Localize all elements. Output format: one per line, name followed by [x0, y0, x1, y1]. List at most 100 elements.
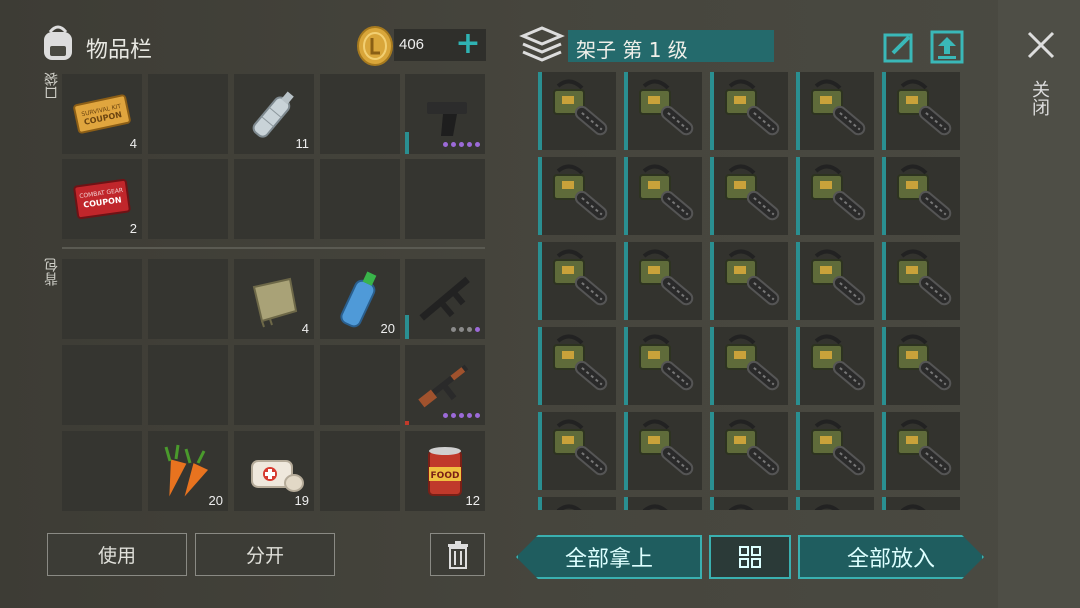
chainsaw-icon — [634, 78, 698, 142]
storage-slot[interactable] — [796, 327, 874, 405]
backpack-slot-4[interactable]: 20 — [320, 259, 400, 339]
storage-slot[interactable] — [796, 157, 874, 235]
backpack-slot-3[interactable]: 4 — [234, 259, 314, 339]
storage-slot[interactable] — [882, 412, 960, 490]
pocket-slot-2[interactable] — [148, 74, 228, 154]
pocket-slot-5[interactable] — [405, 74, 485, 154]
storage-slot[interactable] — [796, 72, 874, 150]
upgrade-button[interactable] — [930, 30, 964, 64]
chainsaw-icon — [548, 418, 612, 482]
storage-grid — [538, 72, 964, 510]
storage-slot[interactable] — [882, 497, 960, 510]
pocket-slot-3[interactable]: 11 — [234, 74, 314, 154]
storage-slot[interactable] — [882, 242, 960, 320]
storage-slot[interactable] — [882, 327, 960, 405]
cloth-icon — [252, 277, 298, 328]
storage-slot[interactable] — [538, 242, 616, 320]
inventory-title: 物品栏 — [86, 38, 153, 63]
storage-slot[interactable] — [624, 327, 702, 405]
backpack-slot-14[interactable] — [320, 431, 400, 511]
take-all-button[interactable]: 全部拿上 — [516, 535, 702, 579]
storage-slot[interactable] — [796, 497, 874, 510]
rarity-dots — [443, 142, 480, 147]
pocket-slot-8[interactable] — [234, 159, 314, 239]
pocket-slot-9[interactable] — [320, 159, 400, 239]
chainsaw-icon — [806, 333, 870, 397]
item-count: 4 — [129, 136, 137, 151]
storage-slot[interactable] — [624, 72, 702, 150]
item-count: 19 — [294, 493, 309, 508]
put-all-button[interactable]: 全部放入 — [798, 535, 984, 579]
ak-rifle-icon — [418, 364, 469, 408]
storage-slot[interactable] — [710, 497, 788, 510]
storage-slot[interactable] — [624, 242, 702, 320]
storage-slot[interactable] — [710, 72, 788, 150]
sort-button[interactable] — [709, 535, 791, 579]
chainsaw-icon — [548, 333, 612, 397]
chainsaw-icon — [720, 418, 784, 482]
storage-slot[interactable] — [710, 242, 788, 320]
trash-icon — [447, 540, 468, 569]
chainsaw-icon — [806, 163, 870, 227]
storage-slot[interactable] — [624, 412, 702, 490]
chainsaw-icon — [892, 163, 956, 227]
item-count: 20 — [380, 321, 395, 336]
shelf-icon — [519, 24, 565, 64]
chainsaw-icon — [548, 78, 612, 142]
pocket-slot-1[interactable]: SURVIVAL KIT COUPON 4 — [62, 74, 142, 154]
backpack-slot-8[interactable] — [234, 345, 314, 425]
storage-slot[interactable] — [882, 72, 960, 150]
chainsaw-icon — [548, 503, 612, 510]
grid-sort-icon — [739, 546, 761, 568]
trash-button[interactable] — [430, 533, 485, 576]
rarity-dots — [443, 413, 480, 418]
chainsaw-icon — [720, 248, 784, 312]
split-button[interactable]: 分开 — [195, 533, 335, 576]
pocket-slot-7[interactable] — [148, 159, 228, 239]
chainsaw-icon — [806, 503, 870, 510]
use-button[interactable]: 使用 — [47, 533, 187, 576]
item-count: 11 — [295, 136, 310, 151]
assault-rifle-icon — [419, 276, 470, 321]
rename-button[interactable] — [883, 31, 915, 63]
storage-slot[interactable] — [538, 412, 616, 490]
pocket-slot-4[interactable] — [320, 74, 400, 154]
rarity-dots — [451, 327, 480, 332]
storage-slot[interactable] — [796, 242, 874, 320]
chainsaw-icon — [892, 333, 956, 397]
chainsaw-icon — [634, 503, 698, 510]
backpack-slot-15[interactable]: FOOD 12 — [405, 431, 485, 511]
backpack-slot-11[interactable] — [62, 431, 142, 511]
storage-slot[interactable] — [624, 497, 702, 510]
chainsaw-icon — [892, 503, 956, 510]
chainsaw-icon — [720, 503, 784, 510]
backpack-slot-1[interactable] — [62, 259, 142, 339]
storage-slot[interactable] — [710, 157, 788, 235]
storage-slot[interactable] — [710, 412, 788, 490]
chainsaw-icon — [548, 163, 612, 227]
backpack-slot-13[interactable]: 19 — [234, 431, 314, 511]
pocket-slot-6[interactable]: COMBAT GEAR COUPON 2 — [62, 159, 142, 239]
combat-gear-coupon-icon: COMBAT GEAR COUPON — [73, 178, 131, 220]
storage-slot[interactable] — [882, 157, 960, 235]
upload-icon — [930, 30, 964, 64]
storage-slot[interactable] — [796, 412, 874, 490]
storage-slot[interactable] — [538, 497, 616, 510]
backpack-slot-12[interactable]: 20 — [148, 431, 228, 511]
backpack-slot-2[interactable] — [148, 259, 228, 339]
storage-slot[interactable] — [538, 72, 616, 150]
durability-bar — [405, 315, 409, 339]
storage-slot[interactable] — [538, 327, 616, 405]
close-button[interactable] — [1026, 30, 1056, 60]
backpack-slot-7[interactable] — [148, 345, 228, 425]
backpack-slot-9[interactable] — [320, 345, 400, 425]
storage-slot[interactable] — [538, 157, 616, 235]
backpack-icon — [38, 22, 78, 64]
add-coins-button[interactable]: + — [450, 29, 486, 61]
storage-slot[interactable] — [710, 327, 788, 405]
backpack-slot-6[interactable] — [62, 345, 142, 425]
pocket-slot-10[interactable] — [405, 159, 485, 239]
backpack-slot-5[interactable] — [405, 259, 485, 339]
backpack-slot-10[interactable] — [405, 345, 485, 425]
storage-slot[interactable] — [624, 157, 702, 235]
